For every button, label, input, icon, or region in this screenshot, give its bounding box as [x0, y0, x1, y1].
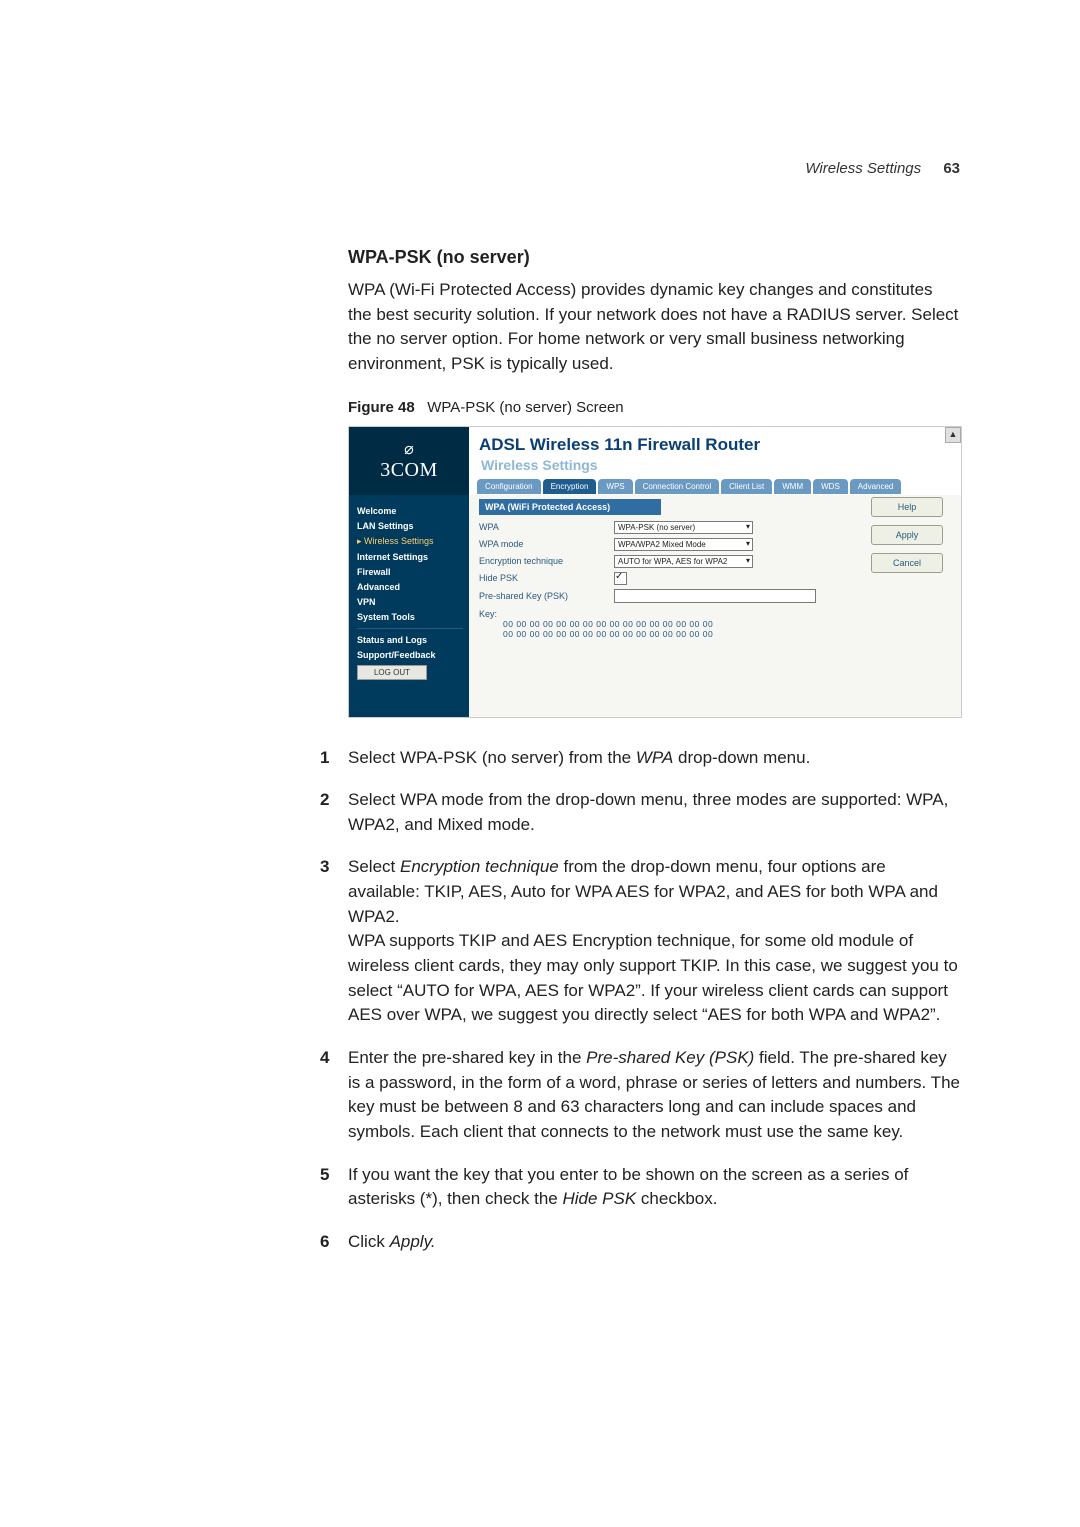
help-button[interactable]: Help: [871, 497, 943, 517]
step-4: Enter the pre-shared key in the Pre-shar…: [348, 1046, 960, 1145]
nav-support[interactable]: Support/Feedback: [357, 650, 463, 660]
step-2: Select WPA mode from the drop-down menu,…: [348, 788, 960, 837]
figure-label: Figure 48: [348, 399, 415, 416]
instruction-list: Select WPA-PSK (no server) from the WPA …: [348, 746, 960, 1255]
cancel-button[interactable]: Cancel: [871, 553, 943, 573]
nav-vpn[interactable]: VPN: [357, 597, 463, 607]
main-panel: WPA (WiFi Protected Access) WPA WPA-PSK …: [469, 495, 961, 717]
nav-status[interactable]: Status and Logs: [357, 635, 463, 645]
nav-welcome[interactable]: Welcome: [357, 506, 463, 516]
running-section: Wireless Settings: [805, 160, 921, 177]
tab-bar: Configuration Encryption WPS Connection …: [477, 479, 961, 494]
enc-select[interactable]: AUTO for WPA, AES for WPA2: [614, 555, 753, 568]
screenshot: ▲ ⌀ 3COM ADSL Wireless 11n Firewall Rout…: [348, 426, 962, 718]
tab-wds[interactable]: WDS: [813, 479, 848, 494]
tab-wmm[interactable]: WMM: [774, 479, 811, 494]
figure-caption: Figure 48 WPA-PSK (no server) Screen: [348, 399, 960, 416]
psk-label: Pre-shared Key (PSK): [479, 591, 614, 601]
wpa-select[interactable]: WPA-PSK (no server): [614, 521, 753, 534]
step-1: Select WPA-PSK (no server) from the WPA …: [348, 746, 960, 771]
enc-label: Encryption technique: [479, 556, 614, 566]
nav-internet[interactable]: Internet Settings: [357, 552, 463, 562]
key-label: Key:: [479, 609, 497, 619]
wpa-label: WPA: [479, 522, 614, 532]
tab-client-list[interactable]: Client List: [721, 479, 772, 494]
hide-psk-checkbox[interactable]: [614, 572, 627, 585]
apply-button[interactable]: Apply: [871, 525, 943, 545]
hide-psk-label: Hide PSK: [479, 573, 614, 583]
brand-text: 3COM: [380, 459, 438, 482]
nav-advanced[interactable]: Advanced: [357, 582, 463, 592]
page-subtitle: Wireless Settings: [481, 457, 961, 473]
tab-configuration[interactable]: Configuration: [477, 479, 541, 494]
key-hex-2: 00 00 00 00 00 00 00 00 00 00 00 00 00 0…: [503, 629, 951, 639]
section-heading: WPA-PSK (no server): [348, 247, 960, 268]
running-header: Wireless Settings 63: [348, 160, 960, 177]
wpa-mode-select[interactable]: WPA/WPA2 Mixed Mode: [614, 538, 753, 551]
tab-encryption[interactable]: Encryption: [543, 479, 597, 494]
step-3: Select Encryption technique from the dro…: [348, 855, 960, 1027]
figure-text: WPA-PSK (no server) Screen: [427, 399, 623, 416]
tab-wps[interactable]: WPS: [598, 479, 632, 494]
panel-section-title: WPA (WiFi Protected Access): [479, 499, 661, 515]
wpa-mode-label: WPA mode: [479, 539, 614, 549]
psk-input[interactable]: [614, 589, 816, 603]
nav-lan[interactable]: LAN Settings: [357, 521, 463, 531]
product-title: ADSL Wireless 11n Firewall Router: [479, 435, 961, 455]
step-5: If you want the key that you enter to be…: [348, 1163, 960, 1212]
page-number: 63: [943, 160, 960, 177]
intro-paragraph: WPA (Wi-Fi Protected Access) provides dy…: [348, 278, 960, 377]
side-nav: Welcome LAN Settings ▸ Wireless Settings…: [349, 495, 469, 717]
brand-logo: ⌀ 3COM: [349, 427, 469, 495]
tab-connection-control[interactable]: Connection Control: [635, 479, 719, 494]
nav-firewall[interactable]: Firewall: [357, 567, 463, 577]
logout-button[interactable]: LOG OUT: [357, 665, 427, 680]
tab-advanced[interactable]: Advanced: [850, 479, 902, 494]
nav-system-tools[interactable]: System Tools: [357, 612, 463, 622]
key-hex-1: 00 00 00 00 00 00 00 00 00 00 00 00 00 0…: [503, 619, 951, 629]
nav-wireless[interactable]: ▸ Wireless Settings: [357, 536, 463, 547]
step-6: Click Apply.: [348, 1230, 960, 1255]
